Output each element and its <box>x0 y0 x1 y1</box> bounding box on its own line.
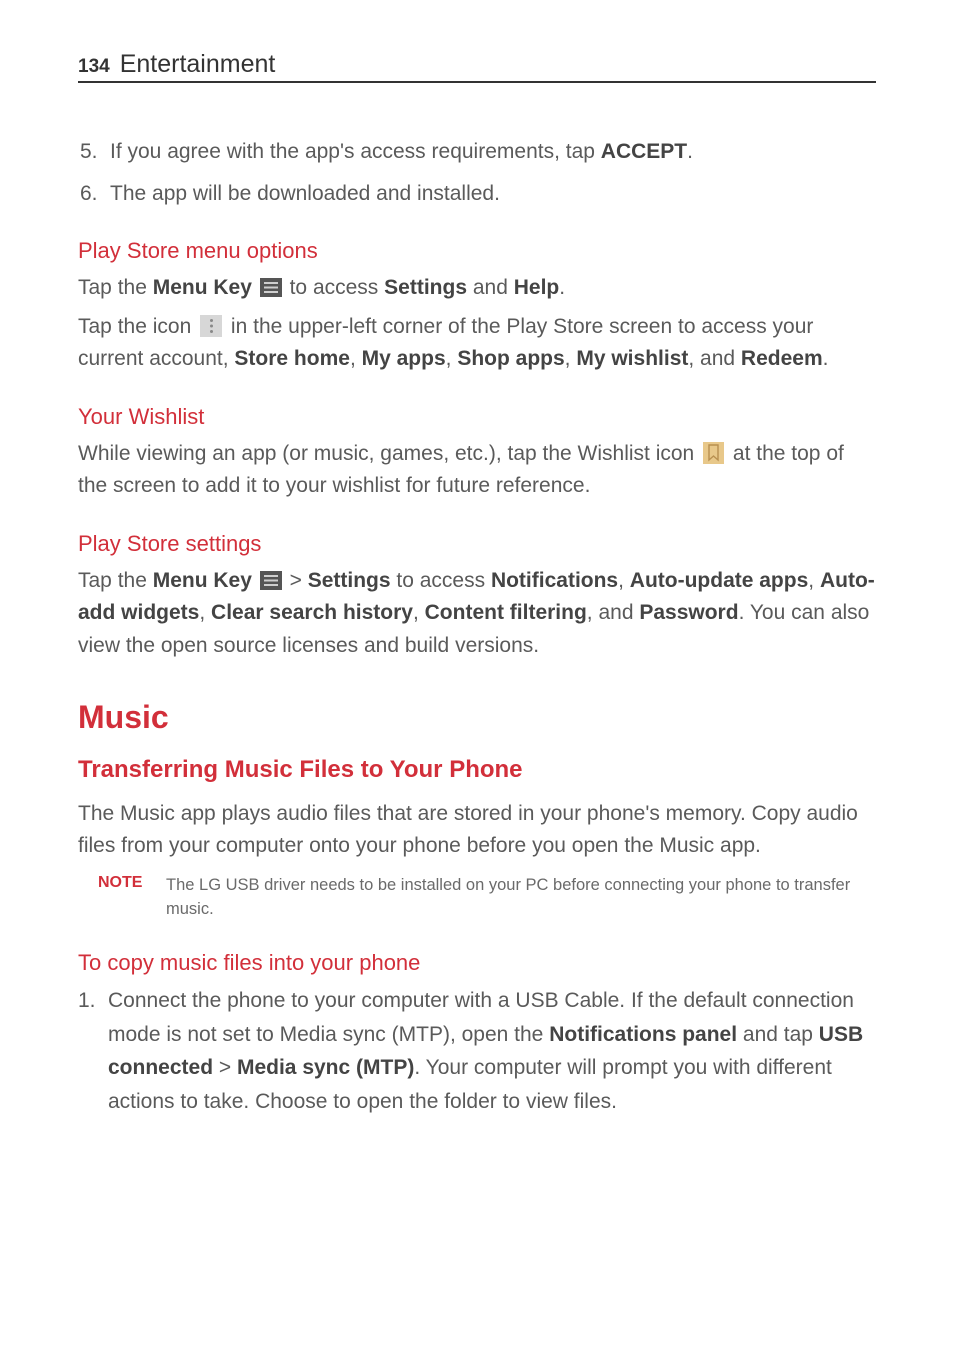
note-body: The LG USB driver needs to be installed … <box>166 873 876 923</box>
page-number: 134 <box>78 56 110 78</box>
note-label: NOTE <box>98 873 148 923</box>
content-filtering-label: Content filtering <box>425 601 587 624</box>
step-body: If you agree with the app's access requi… <box>110 135 876 169</box>
step-1: 1. Connect the phone to your computer wi… <box>78 984 876 1118</box>
heading-play-store-settings: Play Store settings <box>78 531 876 557</box>
paragraph: While viewing an app (or music, games, e… <box>78 438 876 503</box>
paragraph: Tap the Menu Key > Settings to access No… <box>78 565 876 663</box>
menu-key-label: Menu Key <box>153 569 258 592</box>
page-header: 134 Entertainment <box>78 50 876 83</box>
media-sync-mtp-label: Media sync (MTP) <box>237 1056 414 1079</box>
menu-icon <box>260 278 282 297</box>
store-home-label: Store home <box>234 347 350 370</box>
step-6: 6. The app will be downloaded and instal… <box>78 177 876 211</box>
overflow-icon <box>200 315 222 337</box>
settings-label: Settings <box>308 569 391 592</box>
heading-your-wishlist: Your Wishlist <box>78 404 876 430</box>
step-number: 5. <box>80 135 102 169</box>
step-number: 6. <box>80 177 102 211</box>
heading-transferring-music: Transferring Music Files to Your Phone <box>78 756 876 784</box>
heading-music: Music <box>78 699 876 736</box>
notifications-panel-label: Notifications panel <box>549 1023 737 1046</box>
menu-key-label: Menu Key <box>153 276 258 299</box>
auto-update-apps-label: Auto-update apps <box>630 569 809 592</box>
clear-search-history-label: Clear search history <box>211 601 413 624</box>
step-body: The app will be downloaded and installed… <box>110 177 876 211</box>
paragraph: Tap the icon in the upper-left corner of… <box>78 311 876 376</box>
heading-play-store-menu-options: Play Store menu options <box>78 238 876 264</box>
section-title: Entertainment <box>120 50 276 79</box>
help-label: Help <box>514 276 560 299</box>
my-apps-label: My apps <box>362 347 446 370</box>
my-wishlist-label: My wishlist <box>576 347 688 370</box>
menu-icon <box>260 571 282 590</box>
step-body: Connect the phone to your computer with … <box>108 984 876 1118</box>
wishlist-icon <box>703 442 724 464</box>
note: NOTE The LG USB driver needs to be insta… <box>78 873 876 923</box>
notifications-label: Notifications <box>491 569 618 592</box>
heading-to-copy-music: To copy music files into your phone <box>78 950 876 976</box>
password-label: Password <box>639 601 738 624</box>
redeem-label: Redeem <box>741 347 823 370</box>
paragraph: Tap the Menu Key to access Settings and … <box>78 272 876 305</box>
settings-label: Settings <box>384 276 467 299</box>
accept-label: ACCEPT <box>601 140 687 163</box>
step-number: 1. <box>78 984 100 1118</box>
paragraph: The Music app plays audio files that are… <box>78 798 876 863</box>
step-5: 5. If you agree with the app's access re… <box>78 135 876 169</box>
shop-apps-label: Shop apps <box>457 347 564 370</box>
